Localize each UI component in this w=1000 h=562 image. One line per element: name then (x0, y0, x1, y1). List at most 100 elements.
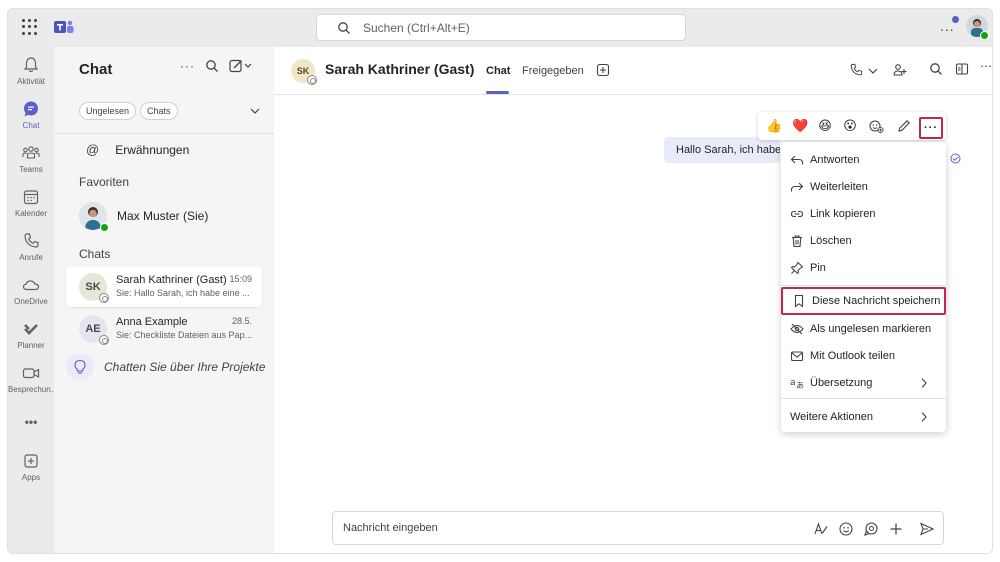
send-icon[interactable] (919, 521, 935, 537)
unread-icon (790, 323, 804, 335)
menu-item-label: Link kopieren (810, 208, 876, 220)
mentions-label: Erwähnungen (115, 142, 190, 157)
link-icon (790, 210, 804, 218)
add-reaction-icon[interactable] (868, 118, 884, 134)
popout-icon[interactable] (955, 62, 969, 76)
more-options-icon[interactable]: ⋯ (980, 59, 992, 73)
menu-item-label: Als ungelesen markieren (810, 323, 932, 335)
favorite-item[interactable]: Max Muster (Sie) (79, 202, 208, 232)
search-input[interactable]: Suchen (Ctrl+Alt+E) (316, 14, 686, 41)
rail-item-activity[interactable]: Aktivität (8, 55, 54, 86)
edit-icon[interactable] (896, 118, 912, 134)
menu-item-share-outlook[interactable]: Mit Outlook teilen (781, 343, 946, 369)
at-icon: @ (86, 142, 100, 157)
chats-label: Chats (79, 247, 111, 261)
chat-name: Sarah Kathriner (Gast) (116, 274, 227, 286)
filter-unread[interactable]: Ungelesen (79, 102, 137, 120)
rail-item-apps[interactable]: Apps (8, 451, 54, 482)
chat-main: SK Sarah Kathriner (Gast) Chat Freigegeb… (274, 47, 992, 553)
search-icon[interactable] (205, 59, 219, 73)
reaction-laugh[interactable]: 😆 (817, 118, 833, 134)
rail-item-calendar[interactable]: Kalender (8, 187, 54, 218)
menu-item-label: Löschen (810, 235, 852, 247)
add-tab-icon[interactable] (596, 63, 610, 77)
rail-label: Anrufe (19, 253, 43, 262)
projects-suggestion-text: Chatten Sie über Ihre Projekte (104, 360, 266, 374)
chat-item-sarah[interactable]: SK Sarah Kathriner (Gast) 15:09 Sie: Hal… (66, 267, 262, 307)
plus-icon[interactable] (888, 521, 904, 537)
emoji-icon[interactable] (838, 521, 854, 537)
presence-available-icon (100, 223, 109, 232)
chat-name: Anna Example (116, 316, 188, 328)
chevron-down-icon[interactable] (868, 67, 878, 75)
rail-label: OneDrive (14, 297, 48, 306)
chat-list-pane: Chat ··· Ungelesen Chats @ Erwähnungen F… (54, 47, 274, 553)
composer-placeholder: Nachricht eingeben (343, 522, 438, 534)
rail-item-onedrive[interactable]: OneDrive (8, 275, 54, 306)
chat-time: 28.5. (231, 316, 252, 326)
menu-item-reply[interactable]: Antworten (781, 147, 946, 173)
rail-more-icon[interactable]: ••• (8, 415, 54, 429)
divider (54, 133, 274, 134)
menu-item-save-message[interactable]: Diese Nachricht speichern (781, 287, 946, 315)
presence-offline-icon (99, 293, 109, 303)
rail-label: Besprechun... (8, 385, 54, 394)
format-icon[interactable] (813, 521, 829, 537)
presence-offline-icon (307, 75, 317, 85)
menu-item-translate[interactable]: aあ Übersetzung (781, 370, 946, 396)
phone-icon[interactable] (848, 62, 864, 78)
app-launcher-icon[interactable] (22, 19, 38, 35)
rail-label: Planner (17, 341, 45, 350)
avatar[interactable]: SK (291, 59, 317, 85)
message-composer[interactable]: Nachricht eingeben (332, 511, 944, 545)
rail-item-teams[interactable]: Teams (8, 143, 54, 174)
message-context-menu: Antworten Weiterleiten Link kopieren Lös… (781, 142, 946, 432)
chat-item-anna[interactable]: AE Anna Example 28.5. Sie: Checkliste Da… (66, 309, 262, 349)
new-chat-icon[interactable] (229, 59, 253, 73)
chat-list-actions: ··· (180, 59, 253, 73)
menu-item-label: Übersetzung (810, 377, 873, 389)
menu-divider (781, 285, 946, 286)
chat-list-title: Chat (79, 61, 113, 78)
chevron-down-icon[interactable] (250, 107, 260, 115)
rail-label: Teams (19, 165, 43, 174)
rail-item-meetings[interactable]: Besprechun... (8, 363, 54, 394)
more-actions-button[interactable]: ··· (919, 117, 943, 139)
teams-icon (22, 146, 40, 159)
tab-chat[interactable]: Chat (486, 65, 510, 77)
avatar-initials: AE (85, 323, 101, 335)
more-options-icon[interactable]: ··· (180, 59, 195, 73)
loop-icon[interactable] (863, 521, 879, 537)
people-icon[interactable] (892, 62, 908, 78)
planner-icon (24, 324, 38, 335)
top-bar: Suchen (Ctrl+Alt+E) ... (8, 9, 992, 47)
mentions-item[interactable]: @ Erwähnungen (86, 142, 189, 157)
menu-item-more-actions[interactable]: Weitere Aktionen (781, 404, 946, 430)
menu-item-pin[interactable]: Pin (781, 255, 946, 281)
rail-item-planner[interactable]: Planner (8, 319, 54, 350)
projects-suggestion[interactable]: Chatten Sie über Ihre Projekte (66, 353, 265, 381)
filter-chats[interactable]: Chats (140, 102, 178, 120)
reaction-like[interactable]: 👍 (766, 118, 782, 134)
menu-item-delete[interactable]: Löschen (781, 228, 946, 254)
tab-shared[interactable]: Freigegeben (522, 65, 584, 77)
chat-partner-name: Sarah Kathriner (Gast) (325, 61, 475, 77)
reaction-heart[interactable]: ❤️ (792, 118, 808, 134)
menu-item-label: Antworten (810, 154, 860, 166)
menu-item-label: Weitere Aktionen (790, 411, 873, 423)
rail-item-chat[interactable]: Chat (8, 99, 54, 130)
menu-item-forward[interactable]: Weiterleiten (781, 174, 946, 200)
rail-label: Chat (22, 121, 40, 130)
reaction-surprised[interactable]: 😮 (842, 118, 858, 134)
menu-item-mark-unread[interactable]: Als ungelesen markieren (781, 316, 946, 342)
search-icon[interactable] (929, 62, 943, 76)
more-options-icon: ··· (924, 122, 938, 134)
message-bubble[interactable]: Hallo Sarah, ich habe (664, 137, 780, 163)
reply-icon (790, 155, 804, 165)
phone-icon (24, 233, 39, 248)
rail-item-calls[interactable]: Anrufe (8, 231, 54, 262)
lightbulb-icon (66, 353, 94, 381)
rail-label: Aktivität (16, 77, 45, 86)
calendar-icon (23, 190, 39, 205)
menu-item-copy-link[interactable]: Link kopieren (781, 201, 946, 227)
